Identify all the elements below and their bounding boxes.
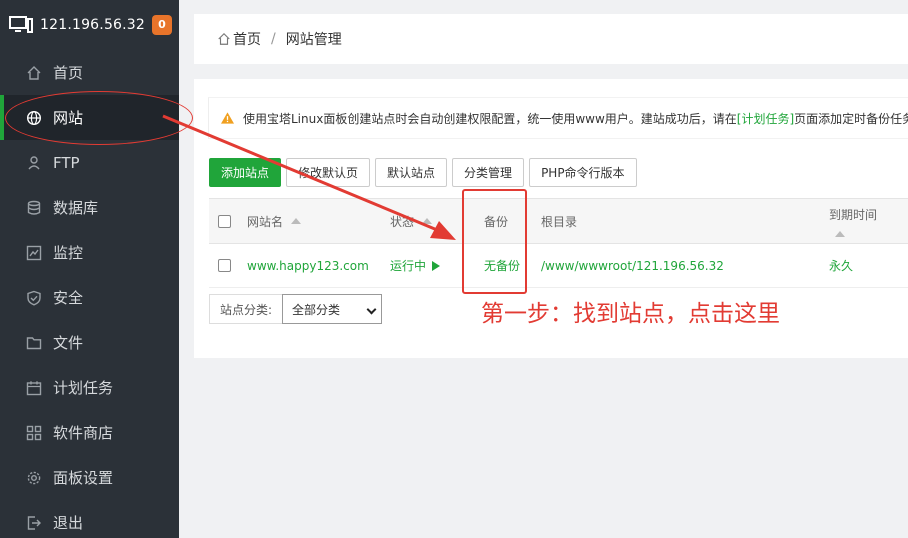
sidebar-item-label: FTP xyxy=(53,153,80,172)
notice-text: 使用宝塔Linux面板创建站点时会自动创建权限配置，统一使用www用户。建站成功… xyxy=(243,111,737,126)
server-ip: 121.196.56.32 xyxy=(40,17,146,33)
ftp-icon xyxy=(26,155,42,171)
logout-icon xyxy=(26,515,42,531)
sidebar-item-cron[interactable]: 计划任务 xyxy=(0,365,179,410)
select-all-checkbox[interactable] xyxy=(218,214,231,228)
sidebar-item-database[interactable]: 数据库 xyxy=(0,185,179,230)
category-manage-button[interactable]: 分类管理 xyxy=(452,158,525,187)
message-badge[interactable]: 0 xyxy=(152,15,172,35)
sidebar-item-label: 软件商店 xyxy=(53,424,114,442)
site-name-link[interactable]: www.happy123.com xyxy=(247,244,369,287)
folder-icon xyxy=(26,335,42,351)
column-header-name[interactable]: 网站名 xyxy=(247,199,302,243)
sidebar-item-label: 首页 xyxy=(53,64,84,82)
breadcrumb-separator: / xyxy=(271,31,276,47)
shield-icon xyxy=(26,290,42,306)
breadcrumb-current: 网站管理 xyxy=(285,32,342,48)
sidebar-item-label: 数据库 xyxy=(53,199,99,217)
sidebar-item-panel-settings[interactable]: 面板设置 xyxy=(0,455,179,500)
notice-bar: 使用宝塔Linux面板创建站点时会自动创建权限配置，统一使用www用户。建站成功… xyxy=(208,97,908,139)
toolbar: 添加站点 修改默认页 默认站点 分类管理 PHP命令行版本 xyxy=(209,158,637,187)
expire-value[interactable]: 永久 xyxy=(829,244,853,287)
sidebar-item-label: 退出 xyxy=(53,514,84,532)
sidebar-item-label: 监控 xyxy=(53,244,84,262)
category-select[interactable]: 全部分类 xyxy=(282,294,383,324)
breadcrumb: 首页 / 网站管理 xyxy=(194,14,908,64)
sidebar-item-label: 面板设置 xyxy=(53,469,114,487)
site-status[interactable]: 运行中 xyxy=(390,244,441,287)
column-header-status[interactable]: 状态 xyxy=(390,199,433,243)
sites-table: 网站名 状态 备份 根目录 到期时间 www.happy123.com 运行中 … xyxy=(209,198,908,288)
sidebar-item-label: 计划任务 xyxy=(53,379,114,397)
sidebar-item-ftp[interactable]: FTP xyxy=(0,140,179,185)
home-icon xyxy=(26,65,42,81)
sidebar-item-label: 文件 xyxy=(53,334,84,352)
sidebar: 121.196.56.32 0 首页 网站 FTP 数据库 监控 安全 文件 计… xyxy=(0,0,179,538)
sidebar-item-app-store[interactable]: 软件商店 xyxy=(0,410,179,455)
table-header: 网站名 状态 备份 根目录 到期时间 xyxy=(209,198,908,244)
sidebar-item-monitor[interactable]: 监控 xyxy=(0,230,179,275)
sidebar-item-security[interactable]: 安全 xyxy=(0,275,179,320)
row-checkbox[interactable] xyxy=(218,259,231,272)
annotation-text: 第一步：找到站点，点击这里 xyxy=(481,301,780,327)
add-site-button[interactable]: 添加站点 xyxy=(209,158,282,187)
database-icon xyxy=(26,200,42,216)
annotation-highlight-box xyxy=(462,189,527,294)
server-header: 121.196.56.32 0 xyxy=(0,0,179,50)
sidebar-item-label: 安全 xyxy=(53,289,84,307)
sort-icon xyxy=(291,218,302,224)
calendar-icon xyxy=(26,380,42,396)
notice-text-after: 页面添加定时备份任务 xyxy=(794,111,908,126)
monitor-icon xyxy=(9,16,33,33)
table-row: www.happy123.com 运行中 无备份 /www/wwwroot/12… xyxy=(209,244,908,288)
chevron-down-icon xyxy=(366,304,377,315)
home-icon xyxy=(218,32,230,45)
modify-default-page-button[interactable]: 修改默认页 xyxy=(286,158,371,187)
grid-apps-icon xyxy=(26,425,42,441)
default-site-button[interactable]: 默认站点 xyxy=(375,158,448,187)
php-cli-version-button[interactable]: PHP命令行版本 xyxy=(529,158,637,187)
sidebar-item-logout[interactable]: 退出 xyxy=(0,500,179,538)
warning-icon xyxy=(221,112,234,124)
root-dir-link[interactable]: /www/wwwroot/121.196.56.32 xyxy=(541,244,724,287)
column-header-expire[interactable]: 到期时间 xyxy=(829,199,877,243)
sidebar-item-home[interactable]: 首页 xyxy=(0,50,179,95)
sidebar-item-files[interactable]: 文件 xyxy=(0,320,179,365)
breadcrumb-home[interactable]: 首页 xyxy=(233,29,261,49)
monitor-chart-icon xyxy=(26,245,42,261)
gear-icon xyxy=(26,470,42,486)
column-header-root[interactable]: 根目录 xyxy=(541,199,577,243)
cron-task-link[interactable]: [计划任务] xyxy=(737,110,794,127)
play-icon xyxy=(432,260,441,271)
annotation-ellipse xyxy=(5,91,193,145)
sort-icon xyxy=(422,218,433,224)
filter-label: 站点分类: xyxy=(209,294,283,324)
site-category-filter: 站点分类: 全部分类 xyxy=(209,294,383,324)
sort-icon xyxy=(835,230,845,237)
